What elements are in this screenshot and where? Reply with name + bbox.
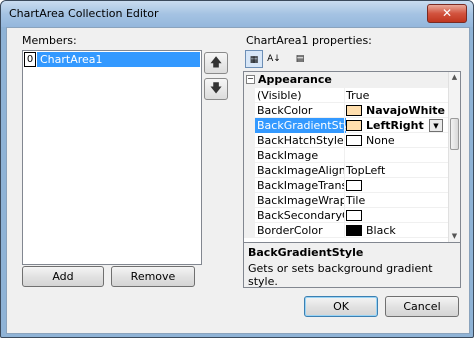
property-value[interactable]: None [366,133,395,148]
property-name: BackSecondaryColo [257,209,344,222]
property-name: BackHatchStyle [257,134,344,147]
move-up-button[interactable]: 🡅 [204,52,228,74]
close-button[interactable]: ✕ [427,4,467,23]
collection-editor-window: ChartArea Collection Editor ✕ Members: 0… [0,0,474,338]
categorized-icon[interactable]: ▦ [245,50,263,68]
property-grid-scrollbar[interactable]: ▲ ▼ [448,72,460,242]
dialog-client-area: Members: 0 ChartArea1 🡅 🡇 Add Remove Cha… [6,27,470,334]
hatch-swatch [346,135,362,146]
property-value[interactable]: True [346,88,369,103]
cancel-button[interactable]: Cancel [385,296,459,317]
add-button[interactable]: Add [22,266,104,287]
color-swatch [346,180,362,191]
member-index: 0 [24,52,36,67]
properties-label: ChartArea1 properties: [246,34,372,47]
property-grid: − Appearance (Visible) True BackColor Na… [243,71,461,243]
property-name: (Visible) [257,89,302,102]
property-name: BorderColor [257,224,323,237]
scroll-down-icon[interactable]: ▼ [449,231,460,242]
category-appearance[interactable]: − Appearance [244,72,448,88]
property-row-backimagetransparentcolor[interactable]: BackImageTranspa [244,178,448,193]
property-name: BackGradientStyle [255,118,346,133]
property-row-backimagewrapmode[interactable]: BackImageWrapMc Tile [244,193,448,208]
property-row-backsecondarycolor[interactable]: BackSecondaryColo [244,208,448,223]
property-grid-toolbar: ▦ A↓ ▤ [243,49,460,70]
scroll-up-icon[interactable]: ▲ [449,72,460,83]
description-text: Gets or sets background gradient style. [248,262,433,288]
color-swatch [346,225,362,236]
collapse-icon[interactable]: − [246,75,255,84]
property-name: BackImageWrapMc [257,194,344,207]
category-label: Appearance [258,73,332,86]
ok-button[interactable]: OK [304,296,378,317]
members-list[interactable]: 0 ChartArea1 [22,50,202,265]
member-name[interactable]: ChartArea1 [37,52,200,67]
property-value[interactable]: LeftRight [366,118,424,133]
property-value[interactable]: Black [366,223,396,238]
dropdown-arrow-icon[interactable]: ▼ [429,119,443,132]
title-bar[interactable]: ChartArea Collection Editor ✕ [1,1,473,27]
property-name: BackImageTranspa [257,179,344,192]
window-title: ChartArea Collection Editor [9,7,159,20]
remove-button[interactable]: Remove [111,266,195,287]
alphabetical-icon[interactable]: A↓ [265,50,283,68]
gradient-swatch [346,120,362,131]
scroll-thumb[interactable] [450,118,459,150]
color-swatch [346,210,362,221]
arrow-down-icon: 🡇 [209,81,223,95]
property-value[interactable]: Tile [346,193,365,208]
property-row-backcolor[interactable]: BackColor NavajoWhite [244,103,448,118]
property-row-bordercolor[interactable]: BorderColor Black [244,223,448,238]
property-name: BackColor [257,104,313,117]
property-description-panel: BackGradientStyle Gets or sets backgroun… [243,242,461,288]
property-pages-icon[interactable]: ▤ [291,50,309,68]
property-row-visible[interactable]: (Visible) True [244,88,448,103]
property-row-backhatchstyle[interactable]: BackHatchStyle None [244,133,448,148]
property-value[interactable]: TopLeft [346,163,385,178]
color-swatch [346,105,362,116]
property-value[interactable]: NavajoWhite [366,103,445,118]
property-name: BackImageAlignme [257,164,344,177]
description-title: BackGradientStyle [248,246,364,259]
arrow-up-icon: 🡅 [209,55,223,69]
property-row-backimagealignment[interactable]: BackImageAlignme TopLeft [244,163,448,178]
move-down-button[interactable]: 🡇 [204,78,228,100]
members-label: Members: [22,34,77,47]
property-name: BackImage [257,149,319,162]
property-row-backimage[interactable]: BackImage [244,148,448,163]
property-row-backgradientstyle[interactable]: BackGradientStyle LeftRight ▼ [244,118,448,133]
list-item[interactable]: 0 ChartArea1 [24,52,200,67]
